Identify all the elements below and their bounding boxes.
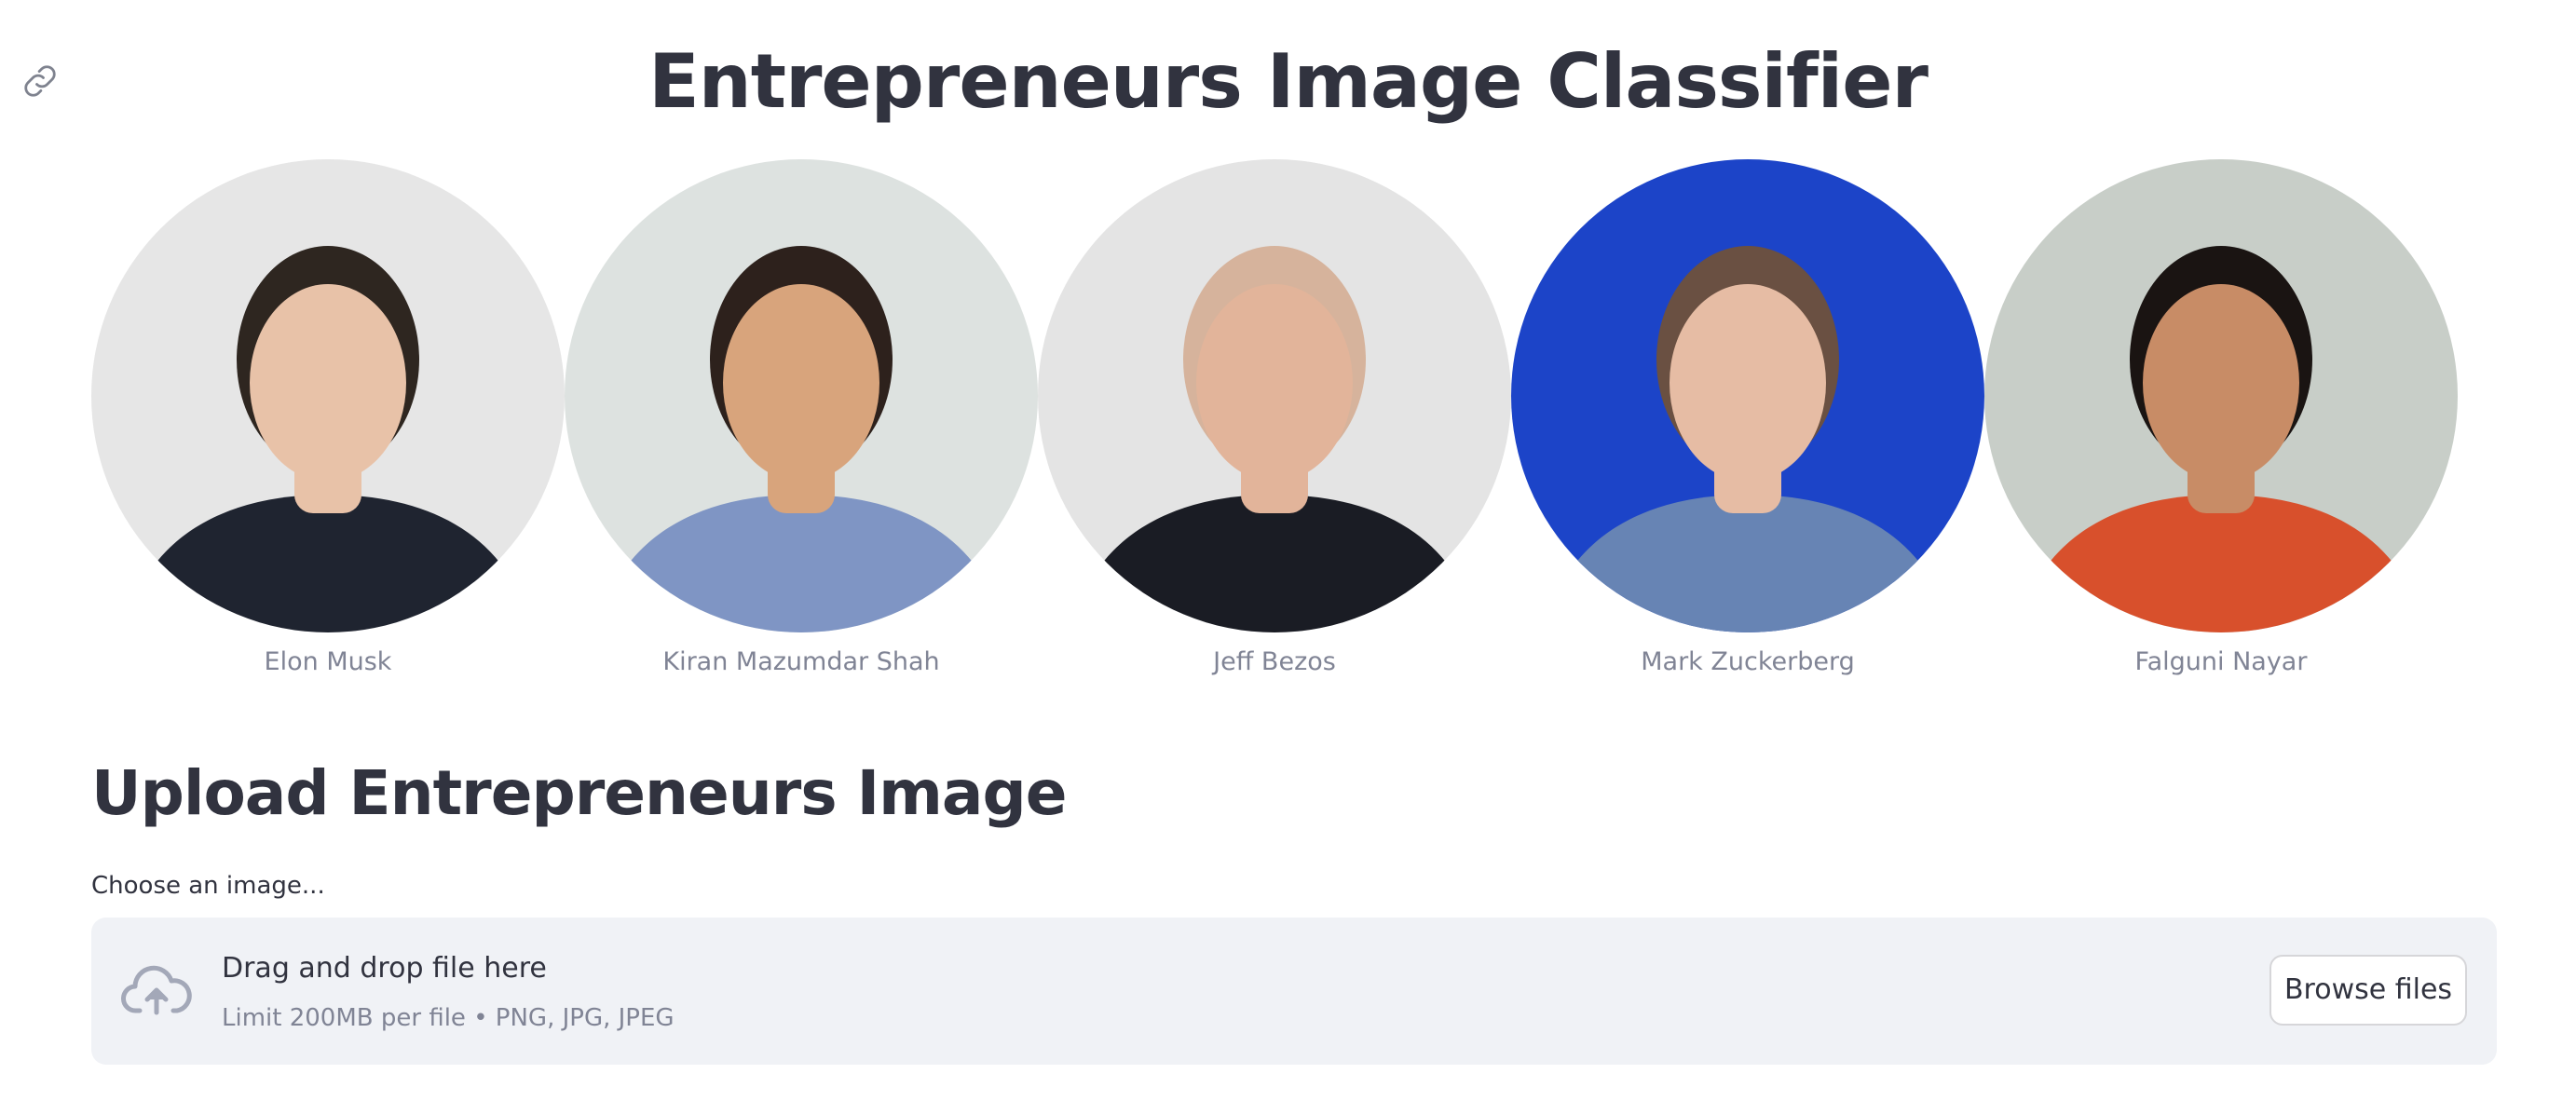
portrait-image <box>1511 159 1984 632</box>
portrait-image <box>91 159 565 632</box>
browse-files-button[interactable]: Browse files <box>2269 955 2467 1026</box>
person-name: Jeff Bezos <box>1213 647 1336 676</box>
person-name: Falguni Nayar <box>2134 647 2308 676</box>
portrait-image <box>1984 159 2458 632</box>
person-card: Elon Musk <box>91 159 565 700</box>
entrepreneur-gallery: Elon Musk Kiran Mazumdar Shah Jeff Bezos… <box>91 159 2458 700</box>
portrait-image <box>1038 159 1511 632</box>
file-dropzone[interactable]: Drag and drop file here Limit 200MB per … <box>91 918 2497 1065</box>
person-name: Kiran Mazumdar Shah <box>662 647 940 676</box>
person-card: Falguni Nayar <box>1984 159 2458 700</box>
person-name: Mark Zuckerberg <box>1641 647 1855 676</box>
dropzone-file-limit: Limit 200MB per file • PNG, JPG, JPEG <box>222 1004 675 1032</box>
page-title: Entrepreneurs Image Classifier <box>648 38 1929 125</box>
person-card: Kiran Mazumdar Shah <box>565 159 1038 700</box>
cloud-upload-icon <box>121 962 192 1018</box>
portrait-image <box>565 159 1038 632</box>
file-uploader-label: Choose an image... <box>91 872 325 900</box>
dropzone-instructions: Drag and drop file here <box>222 952 547 985</box>
person-name: Elon Musk <box>264 647 392 676</box>
person-card: Mark Zuckerberg <box>1511 159 1984 700</box>
upload-heading: Upload Entrepreneurs Image <box>91 757 1067 829</box>
person-card: Jeff Bezos <box>1038 159 1511 700</box>
